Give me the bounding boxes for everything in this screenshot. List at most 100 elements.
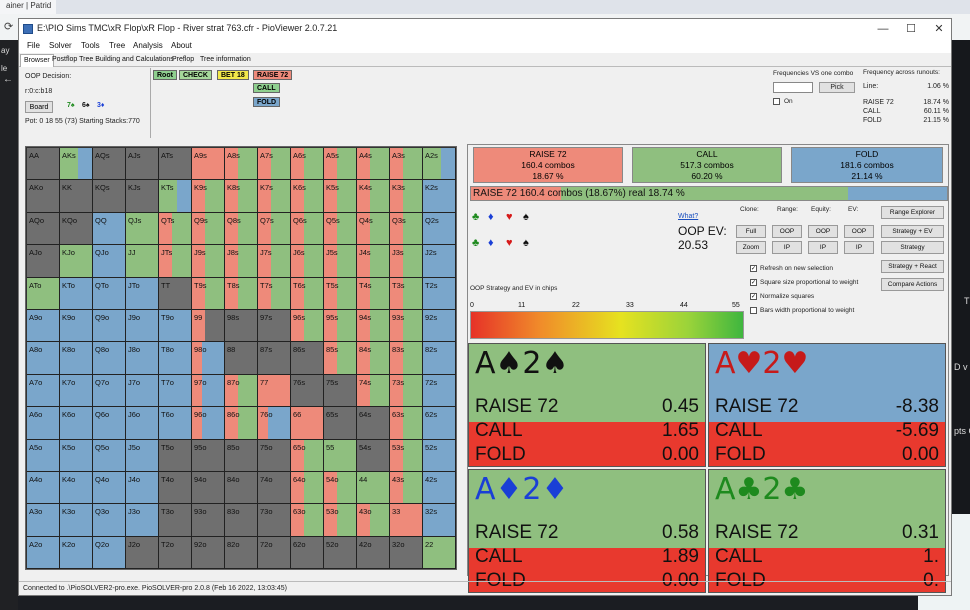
hand-cell[interactable]: T6o	[159, 407, 192, 440]
combo-card[interactable]: A♠2♠ RAISE 72 0.45 CALL 1.65 FOLD 0.00	[468, 343, 706, 467]
menu-solver[interactable]: Solver	[49, 41, 72, 50]
diamond-icon[interactable]: ♦	[488, 211, 494, 223]
action-box-fold[interactable]: FOLD 181.6 combos 21.14 %	[791, 147, 943, 183]
hand-cell[interactable]: 86o	[225, 407, 258, 440]
hand-cell[interactable]: 83o	[225, 504, 258, 537]
hand-cell[interactable]: ATo	[27, 277, 60, 310]
hand-cell[interactable]: 64s	[357, 407, 390, 440]
hand-cell[interactable]: 86s	[291, 342, 324, 375]
hand-cell[interactable]: T5o	[159, 439, 192, 472]
hand-cell[interactable]: 64o	[291, 472, 324, 505]
hand-cell[interactable]: 98s	[225, 310, 258, 343]
hand-cell[interactable]: 97o	[192, 374, 225, 408]
hand-cell[interactable]: 82o	[225, 536, 258, 570]
combo-card[interactable]: A♣2♣ RAISE 72 0.31 CALL 1. FOLD 0.	[708, 469, 946, 593]
equity-ip-button[interactable]: IP	[808, 241, 838, 254]
hand-cell[interactable]: 95s	[324, 310, 357, 343]
hand-cell[interactable]: AJs	[126, 148, 159, 181]
hand-cell[interactable]: 85s	[324, 342, 357, 375]
hand-cell[interactable]: 98o	[192, 342, 225, 375]
hand-cell[interactable]: 62s	[423, 407, 456, 440]
minimize-button[interactable]: —	[869, 21, 897, 37]
equity-oop-button[interactable]: OOP	[808, 225, 838, 238]
tab-tree-information[interactable]: Tree information	[197, 54, 254, 67]
hand-cell[interactable]: AA	[27, 148, 60, 181]
hand-cell[interactable]: 65o	[291, 439, 324, 472]
hand-cell[interactable]: T4o	[159, 472, 192, 505]
maximize-button[interactable]: ☐	[897, 21, 925, 37]
hand-cell[interactable]: T2s	[423, 277, 456, 310]
club-icon[interactable]: ♣	[472, 211, 479, 223]
tree-node-bet[interactable]: BET 18	[217, 70, 249, 80]
hand-cell[interactable]: 95o	[192, 439, 225, 472]
hand-cell[interactable]: A6o	[27, 407, 60, 440]
hand-cell[interactable]: K9s	[192, 180, 225, 213]
hand-cell[interactable]: J6s	[291, 245, 324, 278]
hand-cell[interactable]: Q9s	[192, 212, 225, 246]
browser-tab[interactable]: ainer | Patrid	[0, 0, 56, 14]
hand-cell[interactable]: T7o	[159, 374, 192, 408]
hand-cell[interactable]: 74s	[357, 374, 390, 408]
back-arrow-icon[interactable]: ←	[3, 74, 13, 85]
hand-cell[interactable]: 82s	[423, 342, 456, 375]
hand-cell[interactable]: T3o	[159, 504, 192, 537]
combo-input[interactable]	[773, 82, 813, 93]
hand-cell[interactable]: A5s	[324, 148, 357, 181]
hand-cell[interactable]: 55	[324, 439, 357, 472]
hand-cell[interactable]: JTo	[126, 277, 159, 310]
hand-cell[interactable]: T7s	[258, 277, 291, 310]
hand-cell[interactable]: JTs	[159, 245, 192, 278]
on-checkbox[interactable]	[773, 98, 780, 105]
menu-about[interactable]: About	[171, 41, 192, 50]
hand-cell[interactable]: 96o	[192, 407, 225, 440]
hand-cell[interactable]: A2o	[27, 536, 60, 570]
hand-cell[interactable]: 73s	[390, 374, 423, 408]
full-button[interactable]: Full	[736, 225, 766, 238]
hand-cell[interactable]: KJo	[60, 245, 93, 278]
strategy-react-button[interactable]: Strategy + React	[881, 260, 944, 273]
hand-cell[interactable]: A6s	[291, 148, 324, 181]
hand-cell[interactable]: A8s	[225, 148, 258, 181]
heart-icon[interactable]: ♥	[506, 237, 513, 249]
hand-cell[interactable]: QQ	[93, 212, 126, 246]
hand-cell[interactable]: 65s	[324, 407, 357, 440]
spade-icon[interactable]: ♠	[523, 237, 529, 249]
hand-cell[interactable]: T9s	[192, 277, 225, 310]
hand-cell[interactable]: K5o	[60, 439, 93, 472]
hand-cell[interactable]: K6s	[291, 180, 324, 213]
hand-cell[interactable]: J2s	[423, 245, 456, 278]
hand-cell[interactable]: AKs	[60, 148, 93, 181]
hand-cell[interactable]: 87o	[225, 374, 258, 408]
action-box-raise[interactable]: RAISE 72 160.4 combos 18.67 %	[473, 147, 623, 183]
what-link[interactable]: What?	[678, 213, 698, 220]
hand-cell[interactable]: Q4s	[357, 212, 390, 246]
hand-cell[interactable]: QJs	[126, 212, 159, 246]
normalize-checkbox[interactable]: ✓	[750, 293, 757, 300]
hand-cell[interactable]: 72s	[423, 374, 456, 408]
hand-cell[interactable]: J4s	[357, 245, 390, 278]
hand-cell[interactable]: Q9o	[93, 310, 126, 343]
hand-cell[interactable]: 63s	[390, 407, 423, 440]
hand-cell[interactable]: Q3s	[390, 212, 423, 246]
diamond-icon[interactable]: ♦	[488, 237, 494, 249]
tree-node-fold[interactable]: FOLD	[253, 97, 281, 107]
reload-icon[interactable]: ⟳	[4, 20, 13, 33]
hand-cell[interactable]: 93s	[390, 310, 423, 343]
hand-cell[interactable]: 42o	[357, 536, 390, 570]
combo-card[interactable]: A♦2♦ RAISE 72 0.58 CALL 1.89 FOLD 0.00	[468, 469, 706, 593]
hand-cell[interactable]: Q5s	[324, 212, 357, 246]
hand-cell[interactable]: 63o	[291, 504, 324, 537]
hand-cell[interactable]: Q6s	[291, 212, 324, 246]
hand-cell[interactable]: QTs	[159, 212, 192, 246]
hand-cell[interactable]: KQs	[93, 180, 126, 213]
heart-icon[interactable]: ♥	[506, 211, 513, 223]
hand-cell[interactable]: TT	[159, 277, 192, 310]
strategy-ev-button[interactable]: Strategy + EV	[881, 225, 944, 238]
hand-cell[interactable]: J8s	[225, 245, 258, 278]
action-box-call[interactable]: CALL 517.3 combos 60.20 %	[632, 147, 782, 183]
hand-cell[interactable]: K7s	[258, 180, 291, 213]
hand-cell[interactable]: Q7o	[93, 374, 126, 408]
tab-postflop-tree[interactable]: Postflop Tree Building and Calculations	[49, 54, 177, 67]
hand-cell[interactable]: 77	[258, 374, 291, 408]
hand-cell[interactable]: Q2s	[423, 212, 456, 246]
